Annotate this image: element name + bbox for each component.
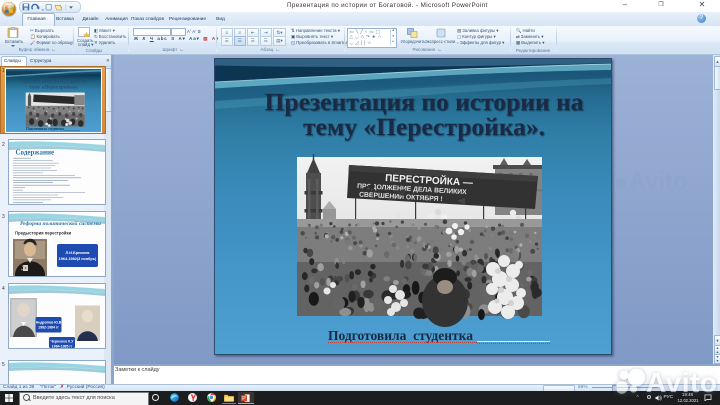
svg-text:Реформа политической системы: Реформа политической системы (20, 220, 101, 227)
svg-text:тему «Перестройка».: тему «Перестройка». (29, 83, 79, 90)
svg-text:Подготовила студентка_________: Подготовила студентка_________ (26, 127, 80, 131)
svg-text:Avito: Avito (646, 367, 717, 398)
svg-text:Предыстория перестройки: Предыстория перестройки (15, 231, 72, 236)
svg-text:Л.И.Брежнев: Л.И.Брежнев (65, 251, 90, 255)
svg-text:1964-1982(3 ноябрь): 1964-1982(3 ноябрь) (59, 257, 97, 261)
svg-text:1984-1985 гг: 1984-1985 гг (52, 345, 73, 349)
svg-text:Содержание: Содержание (16, 149, 55, 157)
svg-text:P: P (242, 396, 246, 402)
svg-text:Черненко К.У: Черненко К.У (51, 340, 75, 344)
svg-text:Андропов Ю.В: Андропов Ю.В (36, 321, 62, 325)
svg-text:1982-1984 гг: 1982-1984 гг (38, 326, 59, 330)
